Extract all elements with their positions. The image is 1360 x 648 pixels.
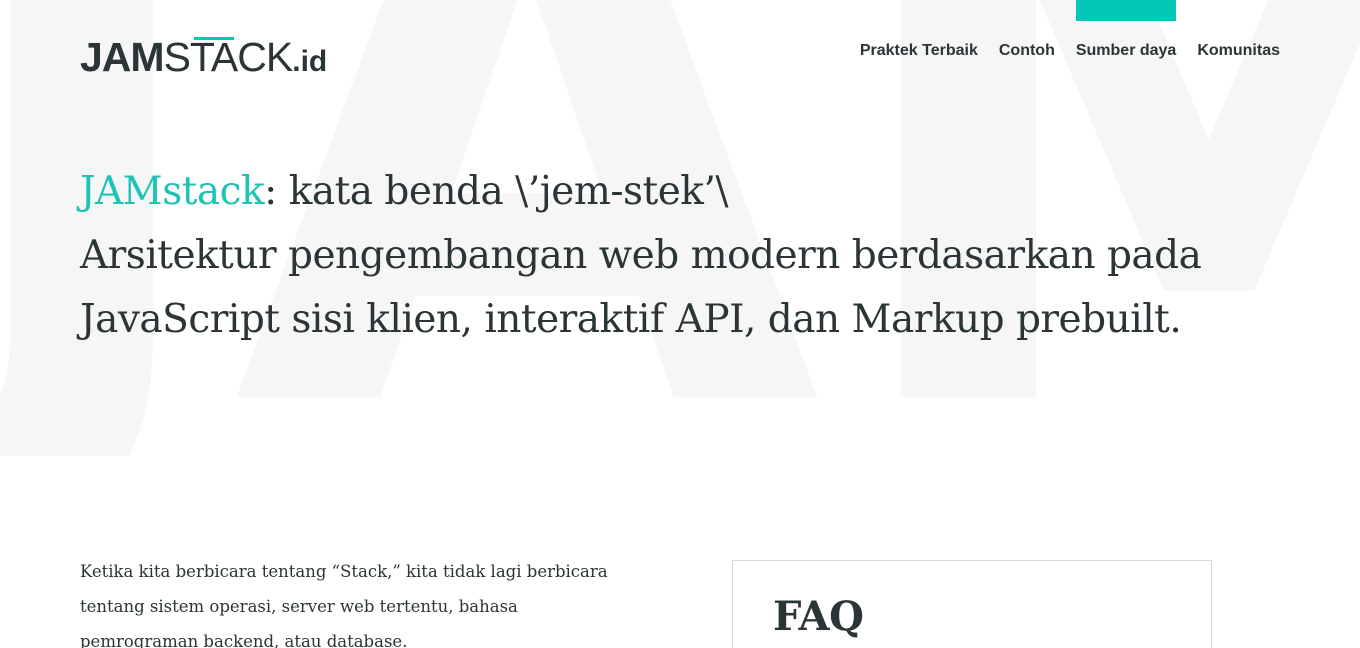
nav-item-komunitas[interactable]: Komunitas	[1197, 0, 1280, 60]
hero-heading: JAMstack: kata benda \’jem-stek’\ Arsite…	[80, 160, 1230, 352]
logo-id: .id	[292, 45, 328, 78]
intro-paragraph: Ketika kita berbicara tentang “Stack,” k…	[80, 562, 608, 648]
nav-item-sumber-daya[interactable]: Sumber daya	[1075, 0, 1177, 60]
hero-description-line-1: Arsitektur pengembangan web modern berda…	[80, 233, 1202, 278]
faq-panel: FAQ	[732, 560, 1212, 648]
site-header: JAM STACK .id Praktek Terbaik Contoh Sum…	[0, 0, 1360, 100]
content-section: Ketika kita berbicara tentang “Stack,” k…	[0, 456, 1360, 648]
hero-description-line-2: JavaScript sisi klien, interaktif API, d…	[80, 297, 1182, 342]
hero-definition-line: JAMstack: kata benda \’jem-stek’\	[80, 160, 1230, 224]
logo-stack-text: STACK	[163, 34, 294, 80]
hero-term: JAMstack	[80, 169, 265, 214]
faq-title: FAQ	[773, 593, 864, 640]
logo-stack: STACK	[163, 34, 294, 81]
nav-item-contoh[interactable]: Contoh	[999, 0, 1055, 60]
nav-item-praktek-terbaik[interactable]: Praktek Terbaik	[860, 0, 978, 60]
site-logo[interactable]: JAM STACK .id	[80, 34, 327, 80]
logo-jam: JAM	[80, 34, 165, 80]
main-nav: Praktek Terbaik Contoh Sumber daya Komun…	[860, 0, 1280, 60]
hero-definition: : kata benda \’jem-stek’\	[264, 169, 728, 214]
logo-accent-bar	[193, 37, 234, 40]
